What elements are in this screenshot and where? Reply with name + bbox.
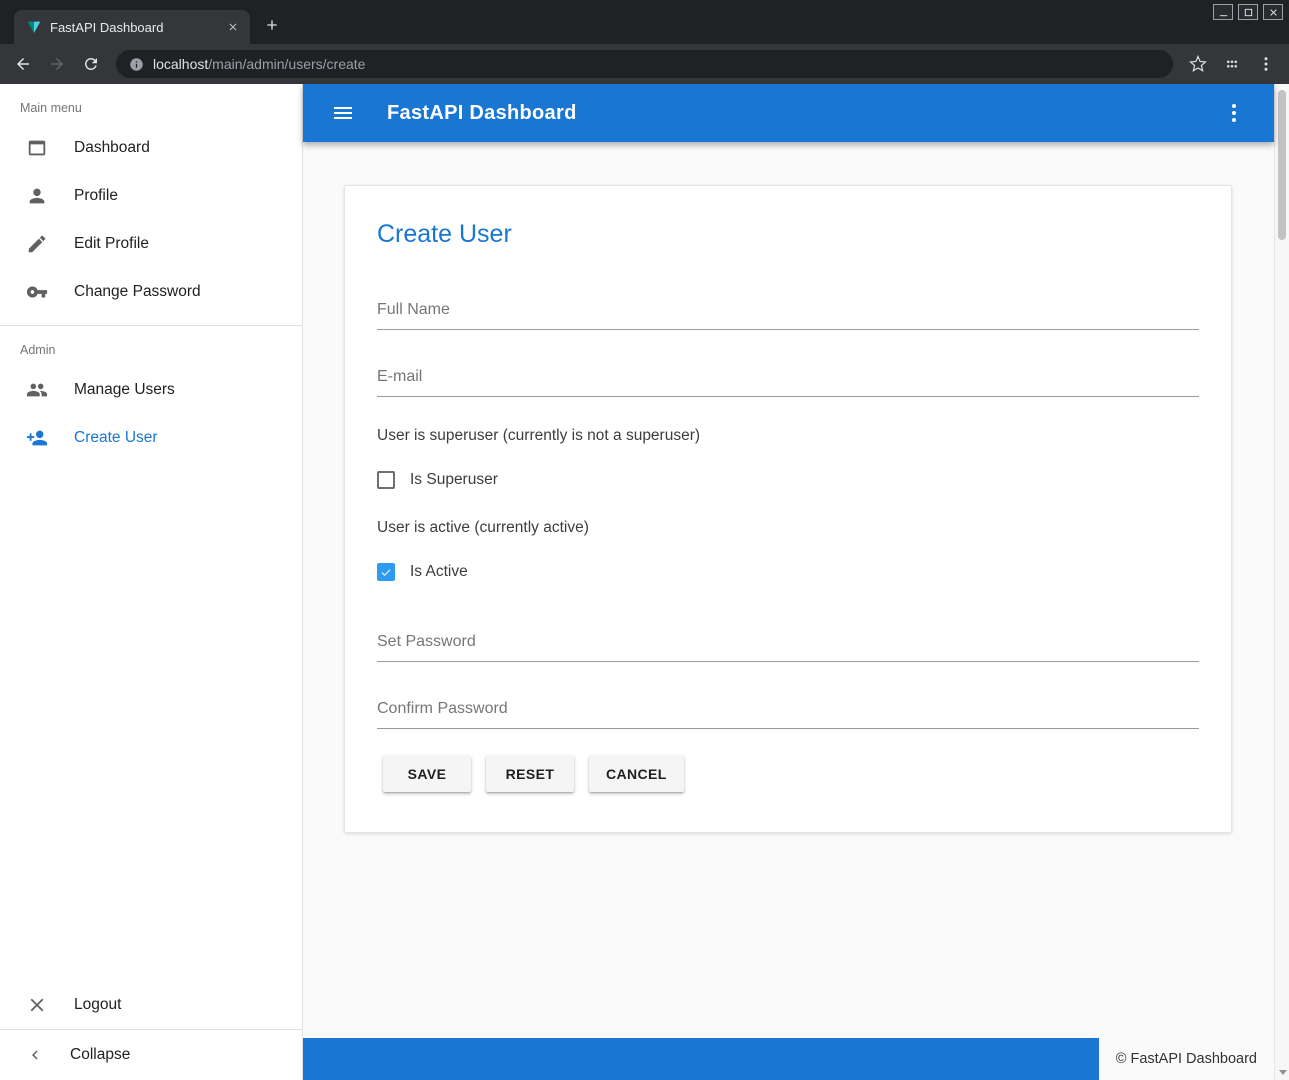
scrollbar-thumb[interactable] bbox=[1278, 90, 1286, 240]
is-active-label: Is Active bbox=[410, 563, 468, 581]
set-password-field bbox=[377, 627, 1199, 662]
sidebar-item-label: Collapse bbox=[70, 1046, 130, 1064]
form-actions: SAVE RESET CANCEL bbox=[377, 755, 1199, 792]
page: Main menu Dashboard Profile Edit Profile… bbox=[0, 84, 1289, 1080]
sidebar-item-profile[interactable]: Profile bbox=[0, 172, 302, 220]
page-title: Create User bbox=[377, 220, 1199, 249]
people-icon bbox=[26, 379, 48, 401]
create-user-card: Create User User is superuser (currently… bbox=[344, 185, 1232, 833]
close-window-button[interactable] bbox=[1263, 4, 1283, 20]
sidebar-item-create-user[interactable]: Create User bbox=[0, 414, 302, 462]
is-superuser-checkbox[interactable] bbox=[377, 471, 395, 489]
scrollbar-down-arrow-icon[interactable] bbox=[1279, 1070, 1287, 1075]
copyright-text: © FastAPI Dashboard bbox=[1099, 1038, 1274, 1080]
cancel-button[interactable]: CANCEL bbox=[589, 755, 684, 792]
sidebar-item-edit-profile[interactable]: Edit Profile bbox=[0, 220, 302, 268]
bookmark-star-icon[interactable] bbox=[1183, 49, 1213, 79]
sidebar-section-main-menu: Main menu bbox=[0, 84, 302, 124]
sidebar-item-label: Profile bbox=[74, 187, 118, 205]
check-icon bbox=[379, 565, 393, 579]
sidebar-item-dashboard[interactable]: Dashboard bbox=[0, 124, 302, 172]
tab-close-icon[interactable] bbox=[224, 18, 242, 36]
sidebar-item-label: Edit Profile bbox=[74, 235, 149, 253]
sidebar-item-label: Logout bbox=[74, 996, 121, 1014]
sidebar-section-admin: Admin bbox=[0, 326, 302, 366]
app-title: FastAPI Dashboard bbox=[387, 102, 577, 125]
full-name-input[interactable] bbox=[377, 295, 1199, 330]
app-menu-kebab-icon[interactable] bbox=[1216, 95, 1252, 131]
key-icon bbox=[26, 281, 48, 303]
extensions-icon[interactable] bbox=[1217, 49, 1247, 79]
confirm-password-input[interactable] bbox=[377, 694, 1199, 729]
sidebar: Main menu Dashboard Profile Edit Profile… bbox=[0, 84, 303, 1080]
sidebar-item-label: Manage Users bbox=[74, 381, 175, 399]
sidebar-collapse-toggle[interactable]: Collapse bbox=[0, 1030, 302, 1080]
sidebar-item-label: Dashboard bbox=[74, 139, 150, 157]
new-tab-button[interactable] bbox=[258, 11, 286, 39]
dashboard-icon bbox=[26, 137, 48, 159]
pencil-icon bbox=[26, 233, 48, 255]
address-bar[interactable]: localhost/main/admin/users/create bbox=[116, 50, 1173, 78]
email-input[interactable] bbox=[377, 362, 1199, 397]
sidebar-item-change-password[interactable]: Change Password bbox=[0, 268, 302, 316]
app-bar: FastAPI Dashboard bbox=[303, 84, 1274, 142]
close-icon bbox=[26, 994, 48, 1016]
minimize-button[interactable] bbox=[1213, 4, 1233, 20]
set-password-input[interactable] bbox=[377, 627, 1199, 662]
page-scrollbar[interactable] bbox=[1274, 84, 1289, 1080]
is-active-checkbox[interactable] bbox=[377, 563, 395, 581]
tab-title: FastAPI Dashboard bbox=[50, 20, 216, 35]
main-area: FastAPI Dashboard Create User bbox=[303, 84, 1274, 1080]
is-superuser-checkbox-row[interactable]: Is Superuser bbox=[377, 471, 1199, 489]
save-button[interactable]: SAVE bbox=[383, 755, 471, 792]
person-icon bbox=[26, 185, 48, 207]
browser-tab-strip: FastAPI Dashboard bbox=[0, 0, 1289, 44]
browser-menu-kebab-icon[interactable] bbox=[1251, 49, 1281, 79]
reload-icon[interactable] bbox=[76, 49, 106, 79]
is-active-checkbox-row[interactable]: Is Active bbox=[377, 563, 1199, 581]
browser-toolbar: localhost/main/admin/users/create bbox=[0, 44, 1289, 84]
sidebar-item-label: Change Password bbox=[74, 283, 201, 301]
sidebar-item-logout[interactable]: Logout bbox=[0, 981, 302, 1029]
sidebar-item-manage-users[interactable]: Manage Users bbox=[0, 366, 302, 414]
person-add-icon bbox=[26, 427, 48, 449]
email-field bbox=[377, 362, 1199, 397]
hamburger-menu-icon[interactable] bbox=[325, 95, 361, 131]
confirm-password-field bbox=[377, 694, 1199, 729]
url-host: localhost bbox=[153, 56, 208, 72]
content-area: Create User User is superuser (currently… bbox=[303, 142, 1274, 1038]
forward-icon[interactable] bbox=[42, 49, 72, 79]
window-controls bbox=[1213, 4, 1283, 20]
is-superuser-label: Is Superuser bbox=[410, 471, 498, 489]
browser-tab[interactable]: FastAPI Dashboard bbox=[14, 10, 250, 44]
superuser-hint: User is superuser (currently is not a su… bbox=[377, 427, 1199, 445]
sidebar-item-label: Create User bbox=[74, 429, 158, 447]
site-info-icon[interactable] bbox=[129, 57, 144, 72]
url-path: /main/admin/users/create bbox=[208, 56, 365, 72]
app-footer: © FastAPI Dashboard bbox=[303, 1038, 1274, 1080]
chevron-left-icon bbox=[26, 1046, 44, 1064]
active-hint: User is active (currently active) bbox=[377, 519, 1199, 537]
url-text: localhost/main/admin/users/create bbox=[153, 56, 365, 72]
full-name-field bbox=[377, 295, 1199, 330]
vuetify-logo-icon bbox=[26, 19, 42, 35]
maximize-button[interactable] bbox=[1238, 4, 1258, 20]
back-icon[interactable] bbox=[8, 49, 38, 79]
reset-button[interactable]: RESET bbox=[486, 755, 574, 792]
